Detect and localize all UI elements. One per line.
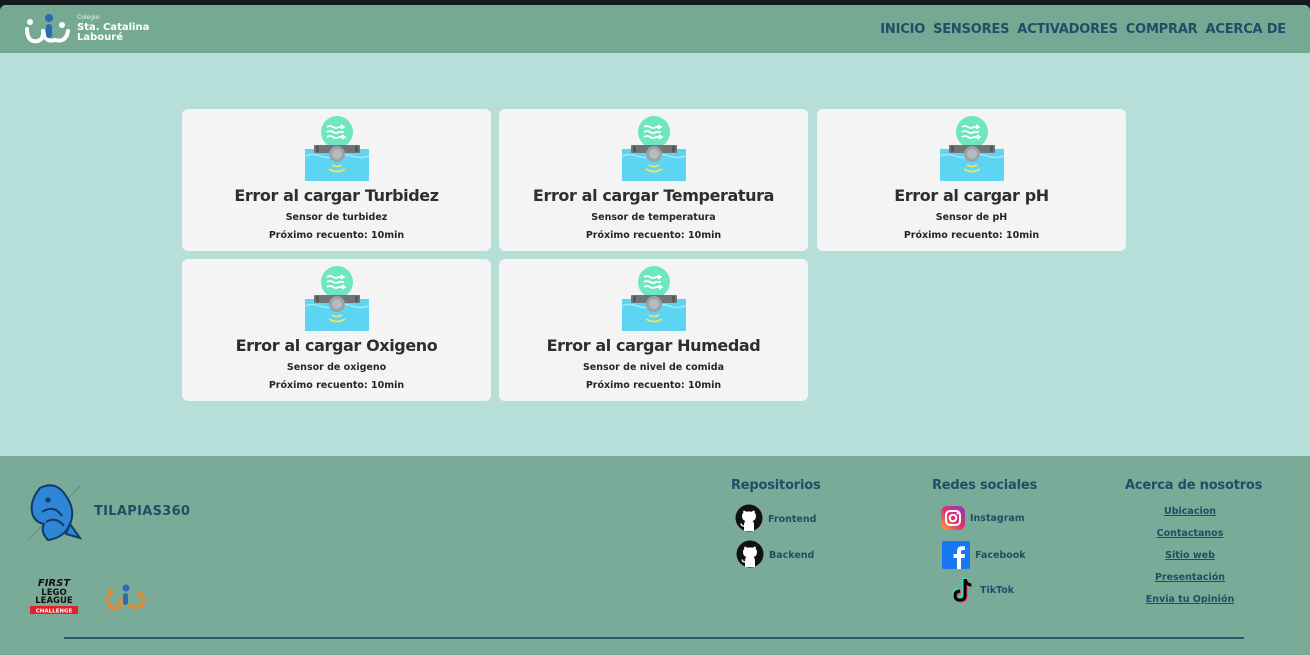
tiktok-label: TikTok	[980, 584, 1015, 596]
school-logo-small: Colegio	[77, 14, 100, 21]
footer: TILAPIAS360 FIRST LEGO LEAGUE CHALLENGE …	[0, 456, 1310, 655]
card-next-count: Próximo recuento: 10min	[268, 230, 405, 241]
about-link-contactanos[interactable]: Contactanos	[1157, 528, 1224, 539]
card-title: Error al cargar Temperatura	[532, 186, 775, 205]
water-sensor-icon	[304, 116, 370, 182]
repo-backend-label: Backend	[769, 550, 815, 561]
nav-acerca-de[interactable]: ACERCA DE	[1206, 22, 1287, 37]
repo-frontend-link[interactable]: Frontend	[735, 504, 816, 535]
tiktok-link[interactable]: TikTok	[951, 576, 1014, 604]
water-sensor-icon	[621, 266, 687, 332]
card-subtitle: Sensor de pH	[935, 212, 1008, 223]
water-sensor-icon	[939, 116, 1005, 182]
card-title: Error al cargar pH	[894, 186, 1049, 205]
tiktok-icon	[952, 577, 973, 603]
facebook-link[interactable]: Facebook	[942, 541, 1026, 569]
footer-divider	[64, 637, 1244, 639]
water-sensor-icon	[304, 266, 370, 332]
card-subtitle: Sensor de temperatura	[591, 212, 716, 223]
fish-logo-icon	[26, 482, 83, 544]
repo-backend-link[interactable]: Backend	[736, 540, 814, 571]
about-link-presentacion[interactable]: Presentación	[1155, 572, 1225, 583]
header: Colegio Sta. Catalina Labouré INICIO SEN…	[0, 5, 1310, 53]
repos-title: Repositorios	[731, 478, 821, 493]
fll-logo-line4: CHALLENGE	[36, 609, 73, 615]
about-title: Acerca de nosotros	[1125, 478, 1263, 493]
card-next-count: Próximo recuento: 10min	[903, 230, 1040, 241]
repo-frontend-label: Frontend	[768, 514, 817, 525]
sensor-card-oxigeno[interactable]: Error al cargar Oxigeno Sensor de oxigen…	[182, 259, 491, 401]
card-subtitle: Sensor de turbidez	[285, 212, 388, 223]
card-title: Error al cargar Turbidez	[234, 186, 439, 205]
page: Colegio Sta. Catalina Labouré INICIO SEN…	[0, 5, 1310, 655]
card-subtitle: Sensor de nivel de comida	[582, 362, 725, 373]
brand-name: TILAPIAS360	[94, 504, 191, 519]
fll-logo-line3: LEAGUE	[35, 596, 73, 606]
fll-logo: FIRST LEGO LEAGUE CHALLENGE	[28, 576, 80, 618]
sensor-card-ph[interactable]: Error al cargar pH Sensor de pH Próximo …	[817, 109, 1126, 251]
about-link-ubicacion[interactable]: Ubicacion	[1164, 506, 1216, 517]
github-icon	[736, 540, 764, 571]
school-logo-icon	[25, 14, 70, 44]
github-icon	[735, 504, 763, 535]
nav-activadores[interactable]: ACTIVADORES	[1017, 22, 1118, 37]
facebook-label: Facebook	[975, 549, 1026, 561]
social-title: Redes sociales	[932, 478, 1038, 493]
sensor-card-turbidez[interactable]: Error al cargar Turbidez Sensor de turbi…	[182, 109, 491, 251]
sensor-card-temperatura[interactable]: Error al cargar Temperatura Sensor de te…	[499, 109, 808, 251]
school-logo-line2: Labouré	[77, 32, 123, 43]
instagram-label: Instagram	[970, 512, 1025, 524]
instagram-icon	[941, 506, 965, 530]
nav-comprar[interactable]: COMPRAR	[1126, 22, 1198, 37]
nav-sensores[interactable]: SENSORES	[933, 22, 1009, 37]
main-nav: INICIO SENSORES ACTIVADORES COMPRAR ACER…	[880, 5, 1286, 53]
sensor-card-humedad[interactable]: Error al cargar Humedad Sensor de nivel …	[499, 259, 808, 401]
card-next-count: Próximo recuento: 10min	[585, 230, 722, 241]
instagram-link[interactable]: Instagram	[941, 506, 1025, 530]
school-logo-text: Colegio Sta. Catalina Labouré	[77, 15, 149, 43]
facebook-icon	[942, 541, 970, 569]
about-link-sitio-web[interactable]: Sitio web	[1165, 550, 1215, 561]
water-sensor-icon	[621, 116, 687, 182]
nav-inicio[interactable]: INICIO	[880, 22, 925, 37]
card-next-count: Próximo recuento: 10min	[268, 380, 405, 391]
school-logo-small-icon	[104, 582, 148, 616]
about-link-opinion[interactable]: Envia tu Opinión	[1146, 594, 1234, 605]
school-logo[interactable]: Colegio Sta. Catalina Labouré	[24, 13, 154, 47]
card-title: Error al cargar Humedad	[546, 336, 761, 355]
card-subtitle: Sensor de oxigeno	[286, 362, 387, 373]
card-next-count: Próximo recuento: 10min	[585, 380, 722, 391]
card-title: Error al cargar Oxigeno	[235, 336, 438, 355]
